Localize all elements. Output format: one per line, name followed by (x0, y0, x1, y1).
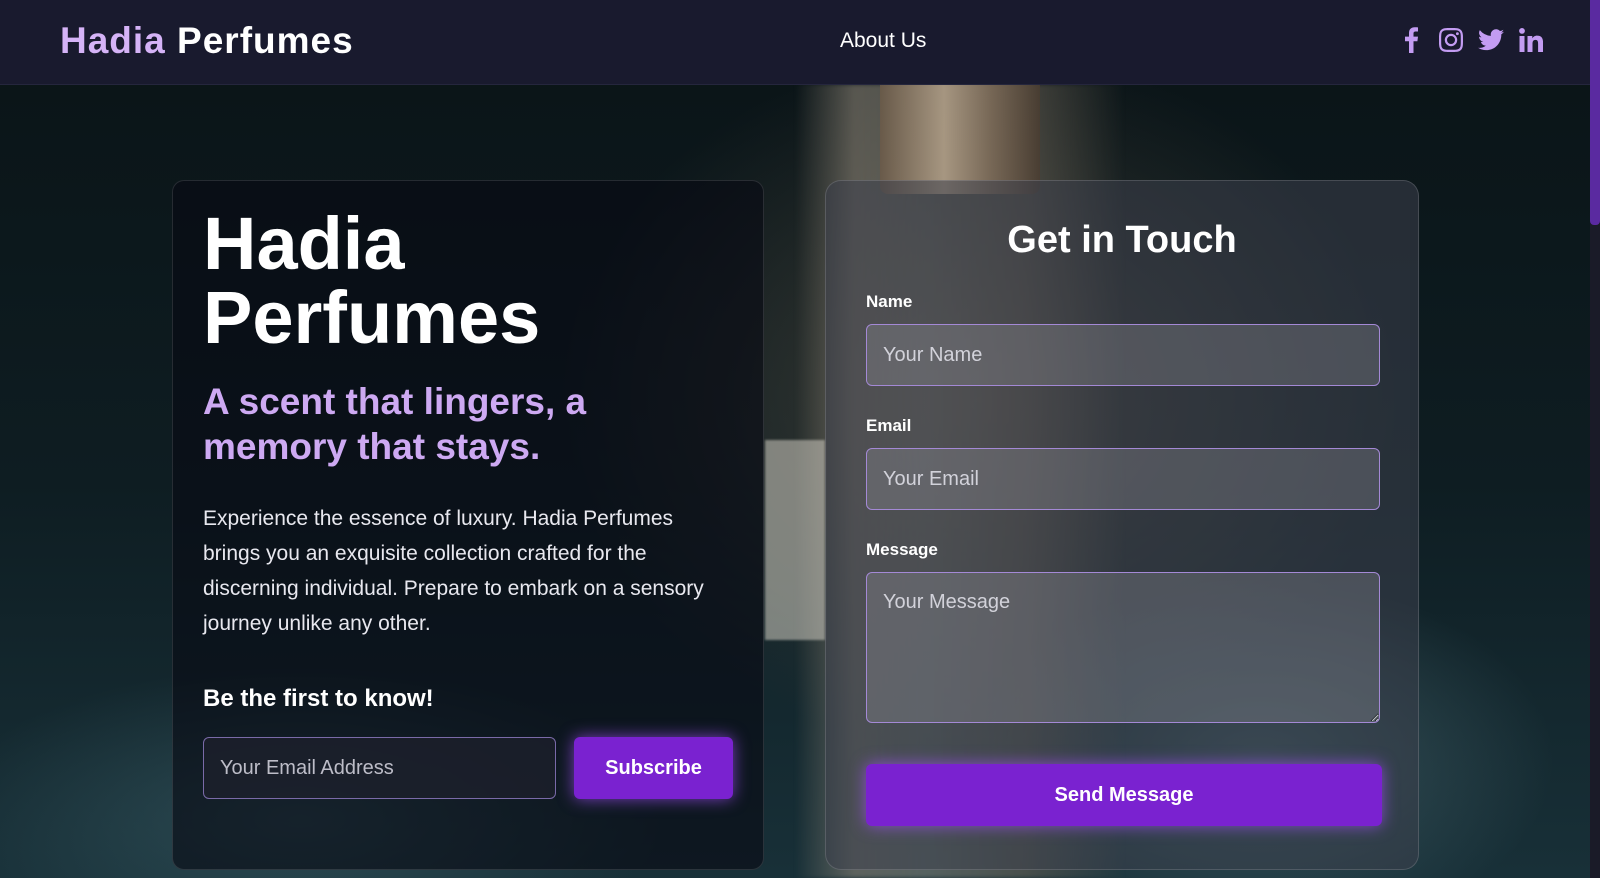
email-label: Email (866, 416, 912, 435)
site-logo[interactable]: Hadia Perfumes (60, 20, 354, 62)
social-links (1398, 26, 1544, 54)
message-label: Message (866, 540, 938, 559)
hero-card: Hadia Perfumes A scent that lingers, a m… (172, 180, 764, 870)
email-input[interactable] (866, 448, 1380, 510)
perfume-label-image (765, 440, 825, 640)
name-input[interactable] (866, 324, 1380, 386)
linkedin-icon[interactable] (1518, 26, 1544, 54)
nav-about-link[interactable]: About Us (840, 29, 926, 53)
contact-title: Get in Touch (1007, 219, 1237, 261)
send-message-button[interactable]: Send Message (866, 764, 1382, 826)
perfume-cap-image (880, 84, 1040, 194)
twitter-icon[interactable] (1478, 26, 1504, 54)
site-header: Hadia Perfumes About Us (0, 0, 1590, 85)
contact-card: Get in Touch Name Email Message Send Mes… (825, 180, 1419, 870)
scrollbar[interactable] (1590, 0, 1600, 878)
facebook-icon[interactable] (1398, 26, 1424, 54)
logo-second-word: Perfumes (177, 20, 354, 61)
message-textarea[interactable] (866, 572, 1380, 723)
instagram-icon[interactable] (1438, 26, 1464, 54)
logo-first-word: Hadia (60, 20, 166, 61)
name-label: Name (866, 292, 913, 311)
newsletter-heading: Be the first to know! (203, 685, 434, 712)
hero-description: Experience the essence of luxury. Hadia … (203, 507, 704, 635)
scrollbar-thumb[interactable] (1590, 0, 1600, 225)
newsletter-form: Subscribe (203, 737, 733, 799)
subscribe-button[interactable]: Subscribe (574, 737, 733, 799)
hero-tagline: A scent that lingers, a memory that stay… (203, 381, 587, 467)
newsletter-email-input[interactable] (203, 737, 556, 799)
hero-title: Hadia Perfumes (203, 202, 541, 359)
